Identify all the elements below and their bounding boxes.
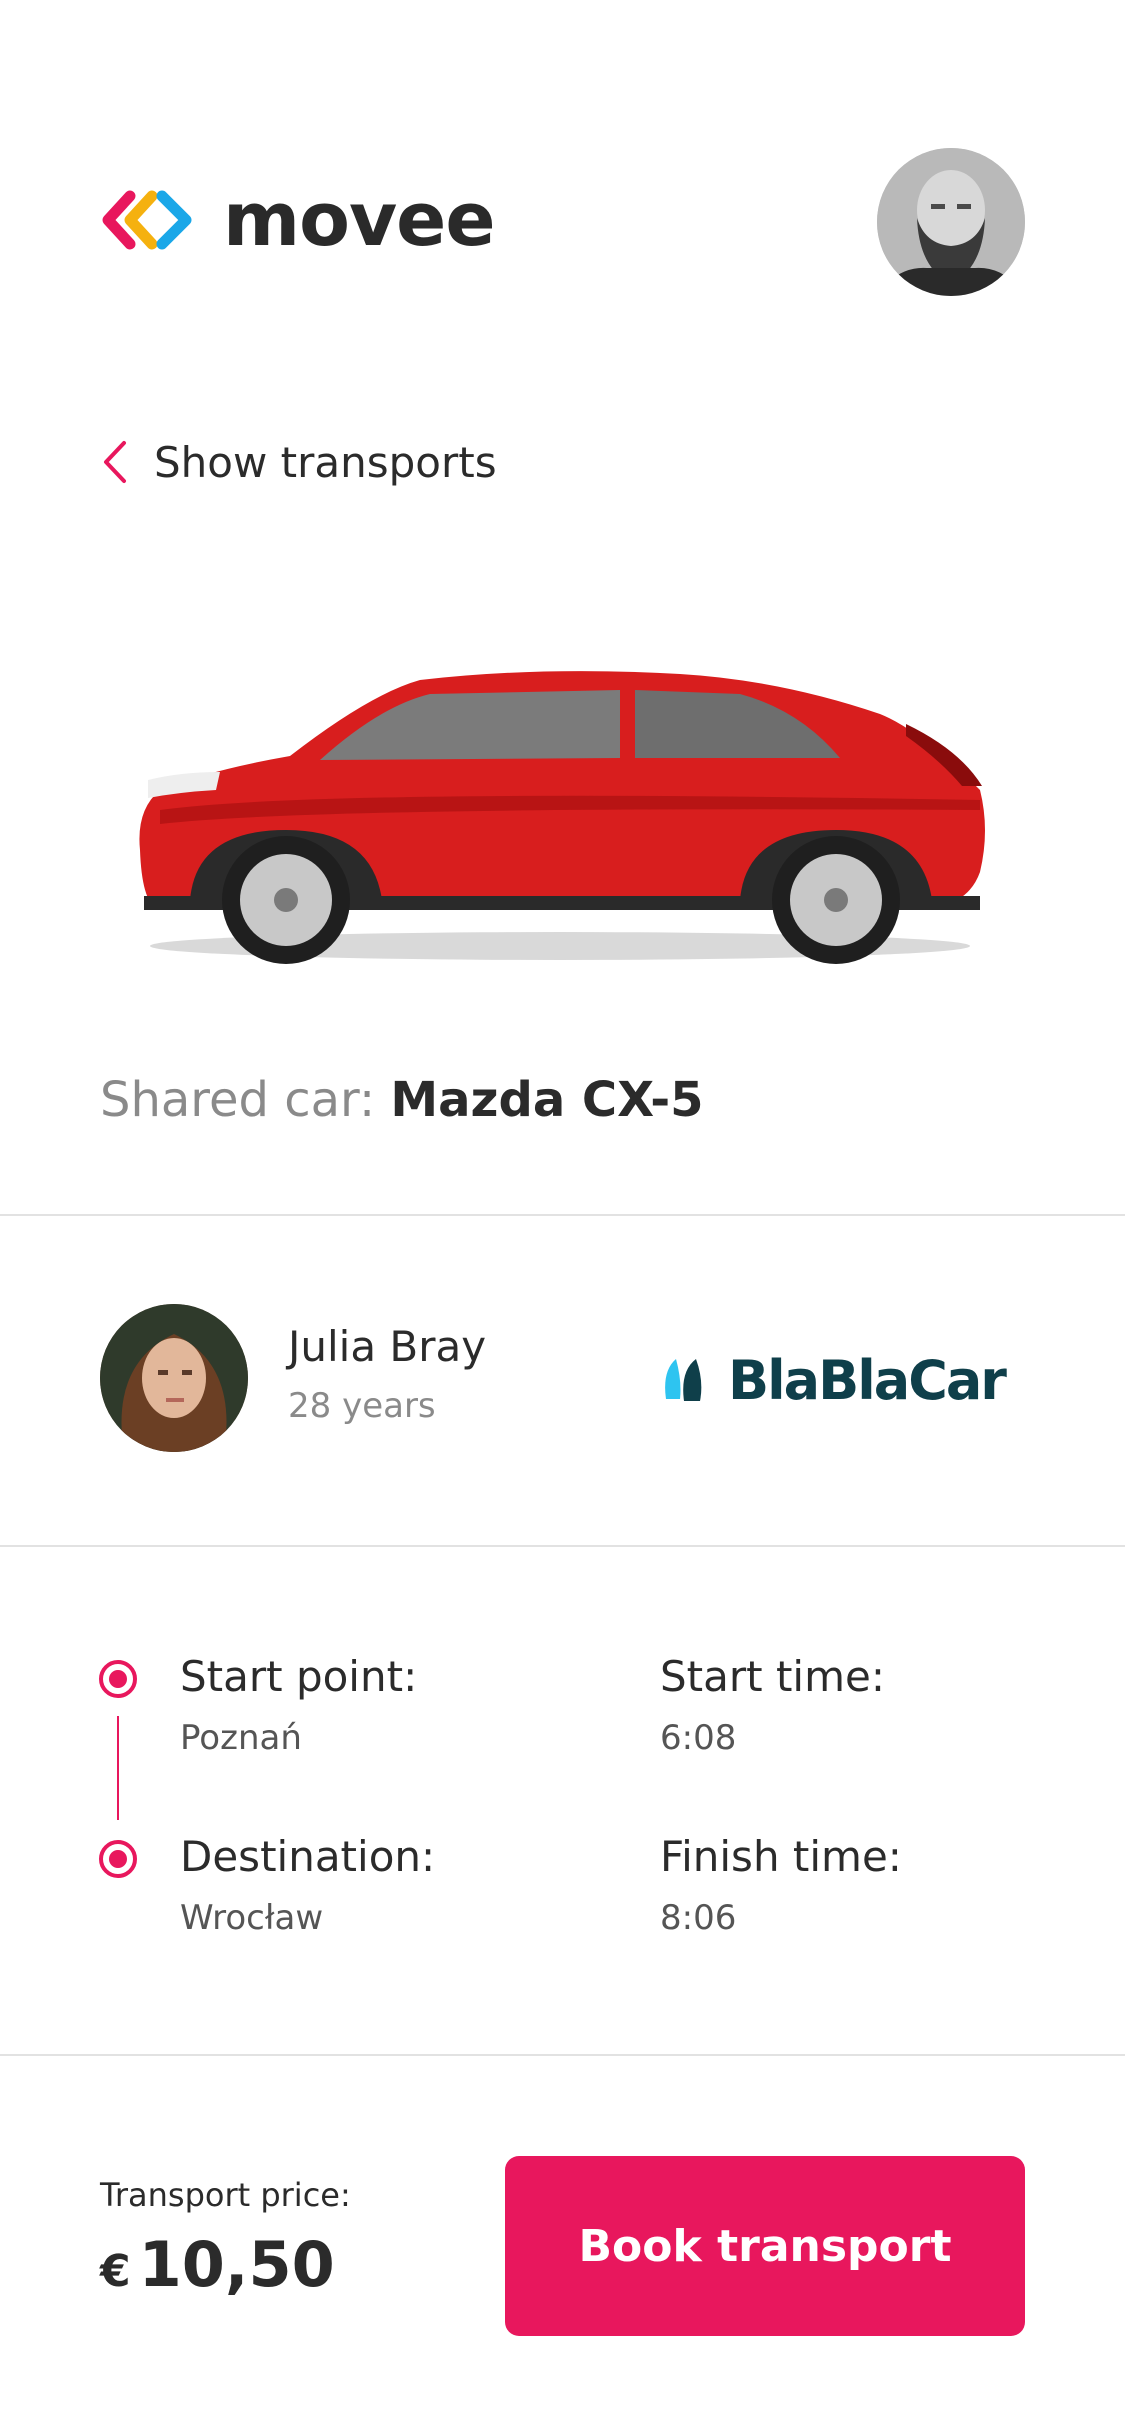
provider-name: BlaBlaCar — [728, 1348, 1007, 1412]
back-to-transports-link[interactable]: Show transports — [100, 432, 497, 492]
price-label: Transport price: — [100, 2176, 351, 2214]
car-type-label: Shared car: — [100, 1072, 391, 1128]
back-label: Show transports — [154, 437, 497, 487]
car-image — [120, 610, 1000, 970]
app-header: movee — [0, 0, 1125, 340]
destination-marker-icon — [99, 1840, 137, 1878]
book-transport-button[interactable]: Book transport — [505, 2156, 1025, 2336]
divider — [0, 1545, 1125, 1547]
logo-text: movee — [223, 177, 496, 263]
start-point-value: Poznań — [180, 1718, 302, 1758]
user-avatar-icon — [877, 148, 1025, 296]
destination-value: Wrocław — [180, 1898, 324, 1938]
blablacar-icon — [665, 1359, 702, 1401]
finish-time-label: Finish time: — [660, 1832, 902, 1881]
driver-avatar-icon — [100, 1304, 248, 1452]
finish-time-value: 8:06 — [660, 1898, 737, 1938]
price-currency: € — [100, 2246, 131, 2297]
divider — [0, 2054, 1125, 2056]
driver-name: Julia Bray — [288, 1322, 487, 1371]
divider — [0, 1214, 1125, 1216]
start-point-marker-icon — [99, 1660, 137, 1698]
destination-label: Destination: — [180, 1832, 436, 1881]
movee-logo-icon — [102, 190, 192, 250]
price: € 10,50 — [100, 2228, 335, 2301]
price-amount: 10,50 — [138, 2228, 335, 2301]
driver-age: 28 years — [288, 1386, 436, 1426]
car-model: Mazda CX-5 — [390, 1072, 704, 1128]
start-point-label: Start point: — [180, 1652, 418, 1701]
start-time-value: 6:08 — [660, 1718, 737, 1758]
chevron-left-icon — [104, 441, 126, 483]
red-suv-icon — [139, 671, 985, 964]
movee-logo[interactable]: movee — [100, 177, 496, 263]
start-time-label: Start time: — [660, 1652, 885, 1701]
user-avatar[interactable] — [877, 148, 1025, 296]
car-title: Shared car: Mazda CX-5 — [100, 1070, 704, 1130]
provider-logo: BlaBlaCar — [660, 1340, 1007, 1420]
driver-avatar[interactable] — [100, 1304, 248, 1452]
route-line — [117, 1716, 119, 1820]
